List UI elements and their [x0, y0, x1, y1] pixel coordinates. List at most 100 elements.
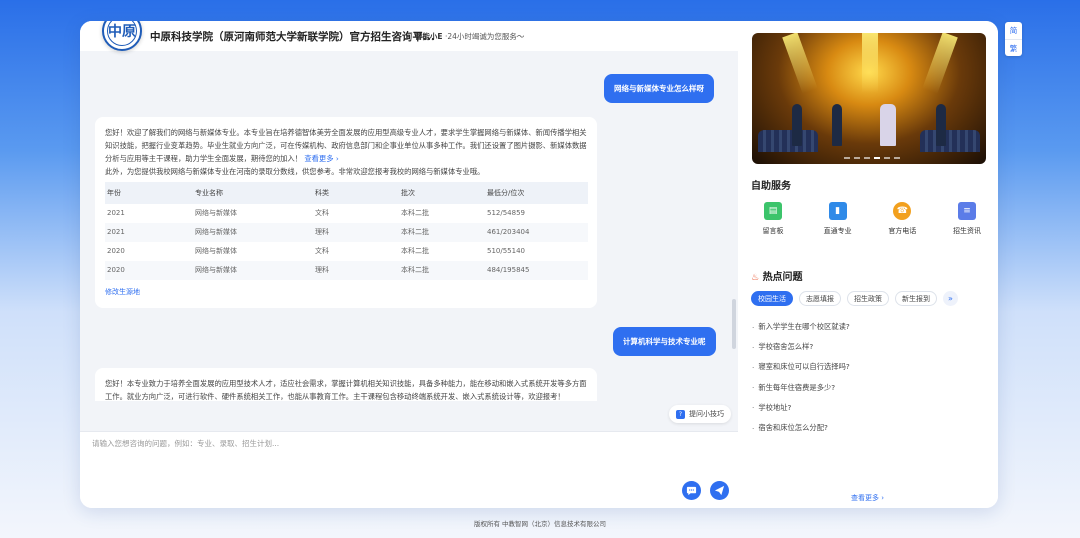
bot-answer-note: 此外，为您提供我校网络与新媒体专业在河南的录取分数线，供您参考。非常欢迎您报考我…	[105, 167, 485, 176]
performer	[880, 104, 896, 146]
bot-answer: 您好！欢迎了解我们的网络与新媒体专业。本专业旨在培养德智体美劳全面发展的应用型高…	[105, 126, 587, 165]
carousel-dot[interactable]	[884, 157, 890, 159]
carousel-dots[interactable]	[844, 157, 900, 159]
see-more-link[interactable]: 查看更多 ›	[304, 154, 338, 163]
list-item[interactable]: 新入学学生在哪个校区就读?	[752, 317, 849, 337]
score-table: 年份 专业名称 科类 批次 最低分/位次 2021 网络与新媒体 文科 本科二批	[105, 182, 588, 280]
tab-policy[interactable]: 招生政策	[847, 291, 889, 306]
service-label: 招生资讯	[952, 227, 981, 235]
self-service-title: 自助服务	[751, 181, 791, 192]
table-header: 最低分/位次	[485, 182, 588, 204]
hot-questions-title: ♨ 热点问题	[751, 268, 803, 283]
major-icon: ▮	[828, 202, 847, 220]
performer	[792, 104, 802, 146]
carousel-dot[interactable]	[874, 157, 880, 159]
table-header: 专业名称	[193, 182, 313, 204]
list-item[interactable]: 学校地址?	[752, 398, 850, 418]
footer-copyright: 版权所有 中教智网（北京）信息技术有限公司	[473, 520, 607, 528]
carousel-dot[interactable]	[844, 157, 850, 159]
carousel-dot[interactable]	[854, 157, 860, 159]
service-label: 留言板	[762, 227, 784, 235]
table-cell: 2021	[107, 209, 125, 217]
bot-message: 您好！欢迎了解我们的网络与新媒体专业。本专业旨在培养德智体美劳全面发展的应用型高…	[95, 117, 597, 308]
table-cell: 本科二批	[399, 223, 485, 242]
table-cell: 网络与新媒体	[195, 209, 237, 217]
self-service-grid: ▤ 留言板 ▮ 直通专业 ☎ 官方电话 ≡ 招生资讯	[748, 202, 992, 236]
chevron-right-icon[interactable]: »	[943, 291, 958, 306]
table-cell: 484/195845	[485, 261, 588, 280]
chat-header: 中原 中原科技学院（原河南师范大学新联学院）官方招生咨询平... | 智能小E …	[80, 21, 738, 51]
hot-tabs: 校园生活 志愿填报 招生政策 新生报到 »	[751, 291, 958, 306]
choir-group	[920, 130, 980, 152]
table-header: 科类	[313, 182, 399, 204]
message-board-icon: ▤	[764, 202, 782, 220]
user-message: 计算机科学与技术专业呢	[613, 327, 716, 356]
service-phone[interactable]: ☎ 官方电话	[877, 202, 927, 236]
stage-light	[922, 33, 958, 94]
list-item[interactable]: 新生每年住宿费是多少?	[752, 378, 850, 398]
choir-group	[758, 130, 818, 152]
language-switch: 简 繁	[1005, 22, 1022, 56]
table-header: 批次	[399, 182, 485, 204]
news-icon: ≡	[957, 202, 976, 220]
user-message: 网络与新媒体专业怎么样呀	[604, 74, 714, 103]
assistant-tagline: ·24小时竭诚为您服务～	[444, 32, 525, 41]
question-icon: ?	[676, 409, 685, 419]
table-cell: 文科	[315, 209, 329, 217]
table-cell: 本科二批	[399, 261, 485, 280]
table-cell: 512/54859	[487, 209, 525, 217]
logo-emblem: 中原	[107, 21, 137, 46]
tab-application[interactable]: 志愿填报	[799, 291, 841, 306]
carousel-dot[interactable]	[864, 157, 870, 159]
chat-window: 中原 中原科技学院（原河南师范大学新联学院）官方招生咨询平... | 智能小E …	[80, 21, 998, 508]
service-label: 直通专业	[823, 227, 852, 235]
message-list[interactable]: 网络与新媒体专业怎么样呀 您好！欢迎了解我们的网络与新媒体专业。本专业旨在培养德…	[80, 51, 738, 401]
simplified-chinese-button[interactable]: 简	[1005, 22, 1022, 39]
tips-label: 提问小技巧	[689, 410, 724, 418]
hot-title-text: 热点问题	[762, 272, 803, 283]
table-row: 2021 网络与新媒体 文科 本科二批 512/54859	[105, 204, 588, 223]
hot-question-list: 新入学学生在哪个校区就读? 学校宿舍怎么样? 寝室和床位可以自行选择吗? 新生每…	[752, 317, 850, 438]
performer	[936, 104, 946, 146]
table-header: 年份	[105, 182, 193, 204]
table-cell: 2020	[105, 261, 193, 280]
service-major[interactable]: ▮ 直通专业	[813, 202, 863, 236]
chat-scrollbar[interactable]	[732, 299, 736, 349]
see-more-hot-link[interactable]: 查看更多 ›	[851, 493, 884, 503]
send-button[interactable]	[710, 481, 729, 500]
performer	[832, 104, 842, 146]
table-cell: 2021	[105, 223, 193, 242]
input-area	[80, 431, 738, 508]
question-input[interactable]	[92, 438, 672, 478]
campus-banner-image[interactable]	[752, 33, 986, 164]
service-message-board[interactable]: ▤ 留言板	[748, 202, 798, 236]
table-cell: 理科	[313, 223, 399, 242]
traditional-chinese-button[interactable]: 繁	[1005, 39, 1022, 56]
list-item[interactable]: 宿舍和床位怎么分配?	[752, 418, 850, 438]
side-panel: 自助服务 ▤ 留言板 ▮ 直通专业 ☎ 官方电话 ≡ 招生资讯 ♨ 热点问题 校…	[738, 21, 998, 508]
table-cell: 本科二批	[401, 247, 429, 255]
bot-message: 您好！本专业致力于培养全面发展的应用型技术人才，适应社会需求，掌握计算机相关知识…	[95, 368, 597, 401]
assistant-info: | 智能小E ·24小时竭诚为您服务～	[410, 32, 525, 41]
table-cell: 理科	[313, 261, 399, 280]
question-tips-button[interactable]: ? 提问小技巧	[669, 405, 731, 423]
school-logo: 中原	[102, 21, 142, 51]
modify-origin-link[interactable]: 修改生源地	[105, 286, 587, 299]
tab-registration[interactable]: 新生报到	[895, 291, 937, 306]
table-cell: 2020	[107, 247, 125, 255]
table-cell: 510/55140	[487, 247, 525, 255]
carousel-dot[interactable]	[894, 157, 900, 159]
stage-light	[862, 33, 878, 93]
table-row: 2020 网络与新媒体 文科 本科二批 510/55140	[105, 242, 588, 261]
message-button[interactable]	[682, 481, 701, 500]
tab-campus-life[interactable]: 校园生活	[751, 291, 793, 306]
chat-bubble-icon	[686, 486, 697, 496]
chat-panel: 中原 中原科技学院（原河南师范大学新联学院）官方招生咨询平... | 智能小E …	[80, 21, 738, 508]
service-label: 官方电话	[888, 227, 917, 235]
service-news[interactable]: ≡ 招生资讯	[942, 202, 992, 236]
table-cell: 网络与新媒体	[195, 247, 237, 255]
table-row: 2020 网络与新媒体 理科 本科二批 484/195845	[105, 261, 588, 280]
list-item[interactable]: 学校宿舍怎么样?	[752, 337, 850, 357]
list-item[interactable]: 寝室和床位可以自行选择吗?	[752, 357, 849, 377]
phone-icon: ☎	[893, 202, 912, 220]
